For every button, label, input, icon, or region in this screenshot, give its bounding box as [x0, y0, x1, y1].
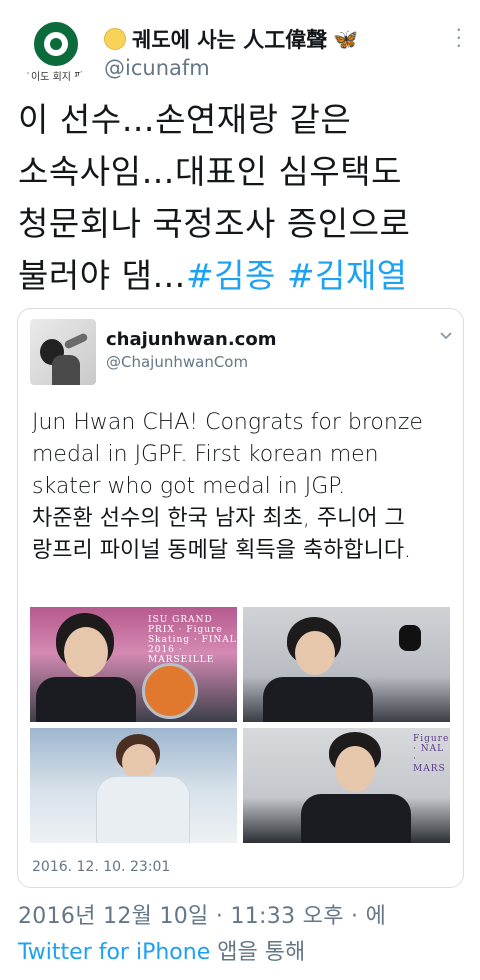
quoted-text-line: skater who got medal in JGP. [32, 474, 346, 499]
chevron-down-icon[interactable] [439, 331, 453, 341]
quoted-text-line: medal in JGPF. First korean men [32, 442, 379, 467]
quoted-text-line: 차준환 선수의 한국 남자 최초, 주니어 그 [32, 506, 405, 531]
photo-skater-3[interactable] [30, 728, 237, 843]
photo-figure-face [64, 627, 108, 677]
photo-figure-body [96, 776, 190, 843]
source-app-link[interactable]: Twitter for iPhone [18, 940, 210, 965]
hashtag-link[interactable]: #김재열 [287, 256, 408, 295]
avatar-figure-arm [63, 332, 89, 350]
quoted-handle[interactable]: @ChajunhwanCom [106, 353, 248, 371]
display-name-text: 궤도에 사는 人工偉聲 [132, 28, 328, 52]
quoted-text: Jun Hwan CHA! Congrats for bronze medal … [32, 407, 454, 567]
user-handle[interactable]: @icunafm [104, 56, 210, 80]
tweet-text: 이 선수…손연재랑 같은 소속사임…대표인 심우택도 청문회나 국정조사 증인으… [18, 94, 468, 302]
tweet-line: 불러야 댐…#김종 #김재열 [18, 250, 468, 302]
source-suffix: 앱을 통해 [210, 940, 306, 965]
photo-figure-face [122, 744, 156, 780]
author-avatar[interactable]: 1이도 회지 팡 [20, 18, 88, 86]
photo-skater-2[interactable] [243, 607, 450, 722]
photo-figure-body [263, 677, 373, 722]
photo-banner-text: ISU GRAND PRIX · Figure Skating · FINAL … [148, 615, 237, 665]
more-options-icon[interactable]: · · · [456, 20, 462, 56]
tweet-line: 이 선수…손연재랑 같은 [18, 100, 352, 139]
tweet-source: Twitter for iPhone 앱을 통해 [18, 934, 305, 966]
quoted-tweet-card[interactable]: chajunhwan.com @ChajunhwanCom Jun Hwan C… [17, 308, 464, 888]
quoted-date: 2016. 12. 10. 23:01 [32, 859, 171, 875]
photo-banner-text: Figure · NAL · MARS [413, 734, 450, 774]
photo-figure-body [301, 794, 411, 843]
photo-figure-face [295, 631, 335, 675]
display-name[interactable]: 궤도에 사는 人工偉聲 🦋 [104, 24, 358, 54]
tweet-line-text: 불러야 댐… [18, 256, 186, 295]
photo-skater-1[interactable]: ISU GRAND PRIX · Figure Skating · FINAL … [30, 607, 237, 722]
photo-figure-body [36, 677, 136, 722]
photo-figure-glove [399, 625, 421, 651]
avatar-caption: 1이도 회지 팡 [24, 72, 84, 83]
quoted-text-line: Jun Hwan CHA! Congrats for bronze [32, 410, 423, 435]
hashtag-link[interactable]: #김종 [186, 256, 276, 295]
tweet-line: 청문회나 국정조사 증인으로 [18, 204, 411, 243]
avatar-figure-body [52, 355, 80, 385]
photo-figure-face [335, 746, 375, 792]
butterfly-emoji-icon: 🦋 [333, 27, 359, 51]
quoted-name[interactable]: chajunhwan.com [106, 329, 276, 350]
photo-trophy [142, 663, 198, 719]
tweet-line: 소속사임…대표인 심우택도 [18, 152, 402, 191]
starbucks-logo-icon [34, 22, 78, 66]
quoted-text-line: 랑프리 파이널 동메달 획득을 축하합니다. [32, 538, 412, 563]
photo-skater-4[interactable]: Figure · NAL · MARS [243, 728, 450, 843]
tweet-timestamp[interactable]: 2016년 12월 10일 · 11:33 오후 · 에 [18, 898, 386, 930]
quoted-avatar[interactable] [30, 319, 96, 385]
photo-grid: ISU GRAND PRIX · Figure Skating · FINAL … [30, 607, 450, 843]
moon-emoji-icon [104, 28, 126, 50]
